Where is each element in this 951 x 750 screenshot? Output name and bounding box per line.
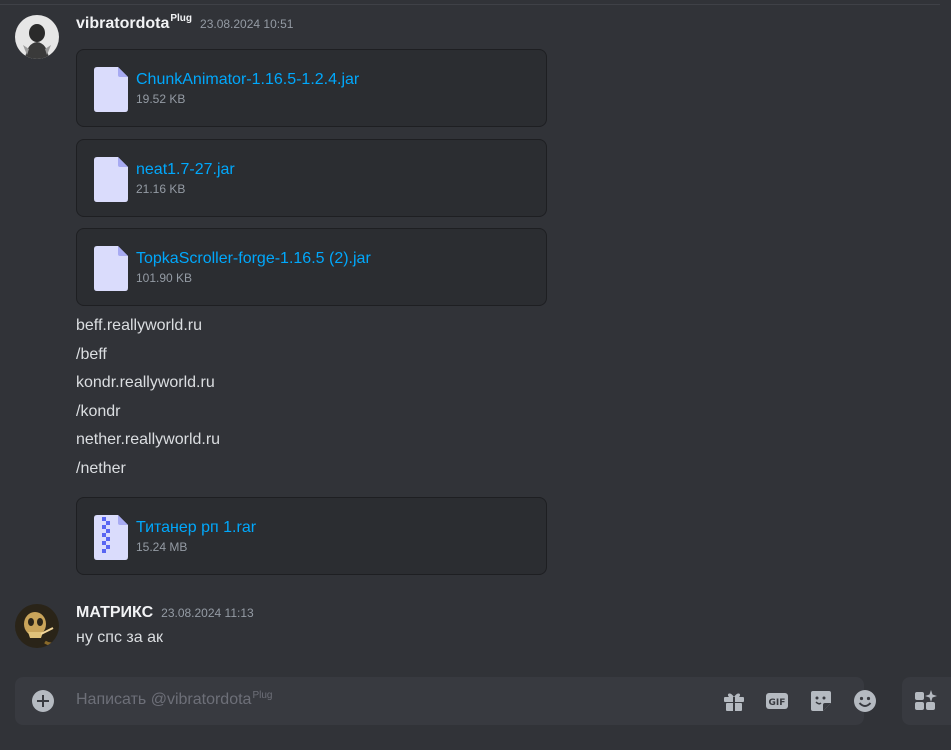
divider	[0, 4, 940, 5]
message-text-line: beff.reallyworld.ru	[76, 317, 202, 334]
file-attachment: ChunkAnimator-1.16.5-1.2.4.jar 19.52 KB	[76, 49, 547, 127]
message-input[interactable]: Написать @vibratordotaPlug	[76, 690, 273, 709]
file-icon	[94, 157, 128, 202]
message-text-line: /kondr	[76, 403, 121, 420]
file-link[interactable]: Титанер рп 1.rar	[136, 519, 256, 537]
plus-icon[interactable]	[31, 689, 55, 713]
sticker-icon[interactable]	[809, 689, 833, 713]
archive-icon	[94, 515, 128, 560]
file-size: 15.24 MB	[136, 540, 188, 554]
svg-text:GIF: GIF	[769, 698, 786, 708]
message-text-line: /nether	[76, 460, 126, 477]
message-header: vibratordota Plug 23.08.2024 10:51	[76, 13, 294, 37]
message-text-line: kondr.reallyworld.ru	[76, 374, 215, 391]
file-icon	[94, 67, 128, 112]
message-text-line: /beff	[76, 346, 107, 363]
file-link[interactable]: TopkaScroller-forge-1.16.5 (2).jar	[136, 250, 371, 268]
gift-icon[interactable]	[722, 689, 746, 713]
file-size: 21.16 KB	[136, 182, 186, 196]
file-link[interactable]: ChunkAnimator-1.16.5-1.2.4.jar	[136, 71, 359, 89]
apps-icon	[915, 690, 937, 710]
file-size: 19.52 KB	[136, 92, 186, 106]
author-name[interactable]: МАТРИКС	[76, 604, 153, 622]
file-attachment: TopkaScroller-forge-1.16.5 (2).jar 101.9…	[76, 228, 547, 306]
avatar[interactable]	[15, 15, 59, 59]
author-name[interactable]: vibratordota	[76, 15, 169, 33]
message-text: ну спс за ак	[76, 629, 163, 646]
timestamp: 23.08.2024 11:13	[161, 606, 254, 620]
gif-icon[interactable]: GIF	[765, 689, 789, 713]
apps-button[interactable]	[902, 677, 951, 725]
file-size: 101.90 KB	[136, 271, 193, 285]
file-link[interactable]: neat1.7-27.jar	[136, 161, 235, 179]
placeholder-text: Написать @vibratordota	[76, 691, 252, 708]
message-composer: Написать @vibratordotaPlug GIF	[15, 677, 876, 725]
file-icon	[94, 246, 128, 291]
avatar[interactable]	[15, 604, 59, 648]
placeholder-tag: Plug	[252, 690, 273, 701]
file-attachment: Титанер рп 1.rar 15.24 MB	[76, 497, 547, 575]
emoji-icon[interactable]	[853, 689, 877, 713]
message-header: МАТРИКС 23.08.2024 11:13	[76, 604, 254, 626]
timestamp: 23.08.2024 10:51	[200, 17, 294, 31]
message-text-line: nether.reallyworld.ru	[76, 431, 221, 448]
file-attachment: neat1.7-27.jar 21.16 KB	[76, 139, 547, 217]
author-tag: Plug	[170, 13, 193, 24]
